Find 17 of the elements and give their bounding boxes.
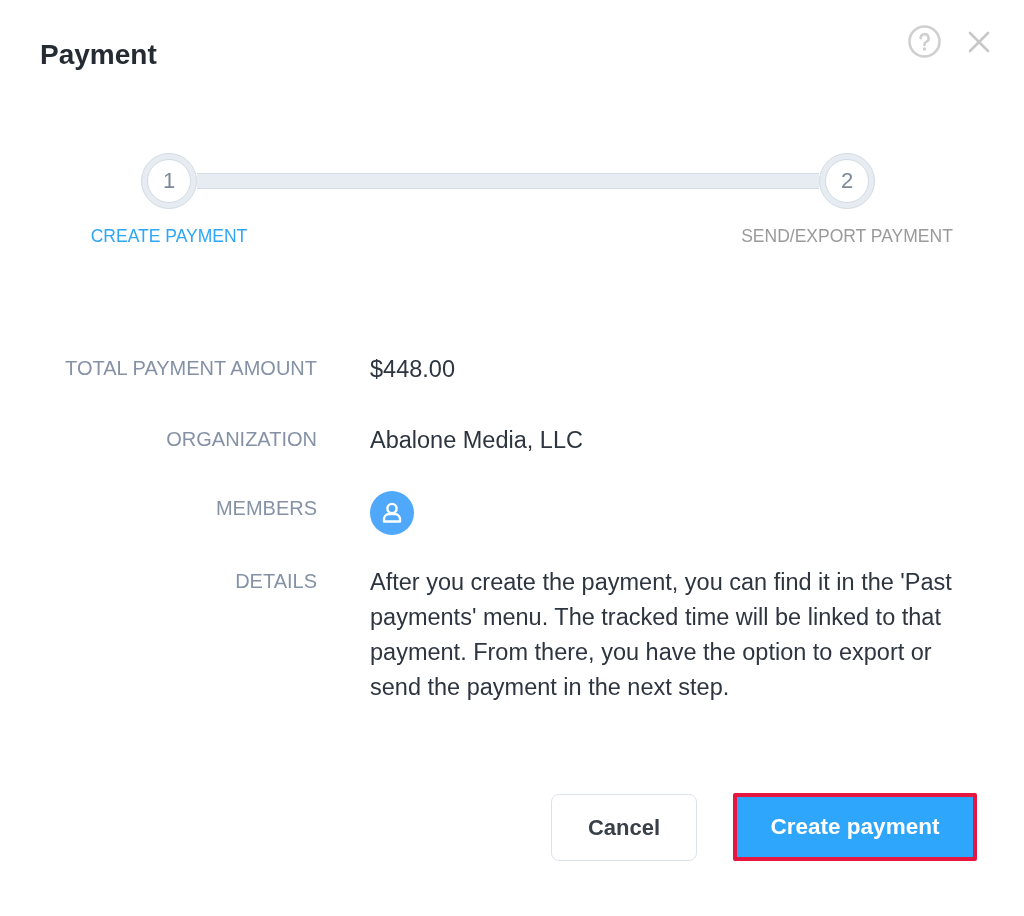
create-payment-button[interactable]: Create payment: [733, 793, 977, 861]
field-label: MEMBERS: [214, 496, 317, 520]
field-label: ORGANIZATION: [165, 427, 317, 451]
member-avatar-icon[interactable]: [370, 491, 414, 535]
step-indicator: 2: [819, 153, 875, 209]
step-label[interactable]: SEND/EXPORT PAYMENT: [741, 226, 953, 246]
close-icon[interactable]: [968, 30, 990, 53]
field-label: TOTAL PAYMENT AMOUNT: [64, 356, 317, 380]
cancel-button[interactable]: Cancel: [551, 793, 697, 861]
help-icon[interactable]: [908, 25, 941, 58]
details-text: After you create the payment, you can find it in the 'Past payments' menu. The tracked time will be linked to that payment. From there, you have the option to export or send the payment in the next step.: [370, 568, 953, 702]
step-label[interactable]: CREATE PAYMENT: [90, 226, 248, 246]
field-value: $448.00: [370, 355, 456, 384]
field-label: DETAILS: [234, 569, 317, 593]
step-indicator: 1: [141, 153, 197, 209]
field-value: Abalone Media, LLC: [370, 426, 584, 455]
dialog-title: Payment: [40, 39, 157, 71]
